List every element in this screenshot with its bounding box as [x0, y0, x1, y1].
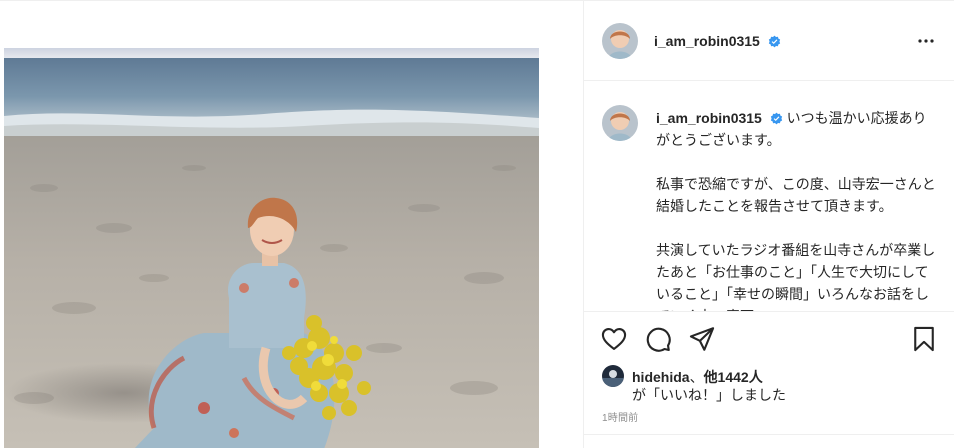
post-caption: i_am_robin0315 いつも温かい応援ありがとうございます。 私事で恐縮…	[602, 101, 942, 311]
avatar[interactable]	[602, 23, 638, 59]
liker-username[interactable]: hidehida	[632, 369, 690, 385]
post-header: i_am_robin0315	[584, 1, 954, 81]
likes-summary: hidehida、他1442人 が「いいね！」しました	[602, 363, 942, 403]
likes-count-link[interactable]: 他1442人	[704, 369, 763, 385]
comment-icon[interactable]	[644, 325, 672, 353]
post-side-panel: i_am_robin0315 i_am_robin0315 いつも温かい応援あり…	[584, 1, 954, 448]
send-icon[interactable]	[688, 325, 716, 353]
more-horizontal-icon[interactable]	[914, 29, 938, 53]
beach-photo-illustration	[4, 48, 539, 448]
likes-separator: 、	[689, 369, 704, 385]
post-timestamp[interactable]: 1時間前	[602, 409, 638, 424]
caption-avatar[interactable]	[602, 105, 638, 141]
liker-avatar[interactable]	[602, 365, 624, 387]
caption-text: i_am_robin0315 いつも温かい応援ありがとうございます。 私事で恐縮…	[656, 107, 936, 311]
avatar-image	[602, 365, 624, 387]
bookmark-icon[interactable]	[910, 325, 938, 353]
caption-paragraph: 私事で恐縮ですが、この度、山寺宏一さんと結婚したことを報告させて頂きます。	[656, 176, 936, 214]
comment-divider	[584, 434, 954, 435]
actions-divider	[584, 311, 954, 312]
post-media-area	[0, 15, 583, 448]
post-photo[interactable]	[4, 48, 539, 448]
avatar-image	[602, 23, 638, 59]
username-text[interactable]: i_am_robin0315	[654, 33, 760, 49]
post-card: i_am_robin0315 i_am_robin0315 いつも温かい応援あり…	[0, 0, 954, 448]
verified-badge-icon	[770, 112, 782, 125]
avatar-image	[602, 105, 638, 141]
heart-icon[interactable]	[600, 325, 628, 353]
post-author[interactable]: i_am_robin0315	[654, 33, 781, 49]
caption-paragraph: 共演していたラジオ番組を山寺さんが卒業したあと「お仕事のこと」「人生で大切にして…	[656, 242, 936, 311]
likes-suffix: が「いいね！」しました	[632, 387, 786, 403]
caption-username[interactable]: i_am_robin0315	[656, 110, 762, 126]
verified-badge-icon	[768, 35, 780, 48]
